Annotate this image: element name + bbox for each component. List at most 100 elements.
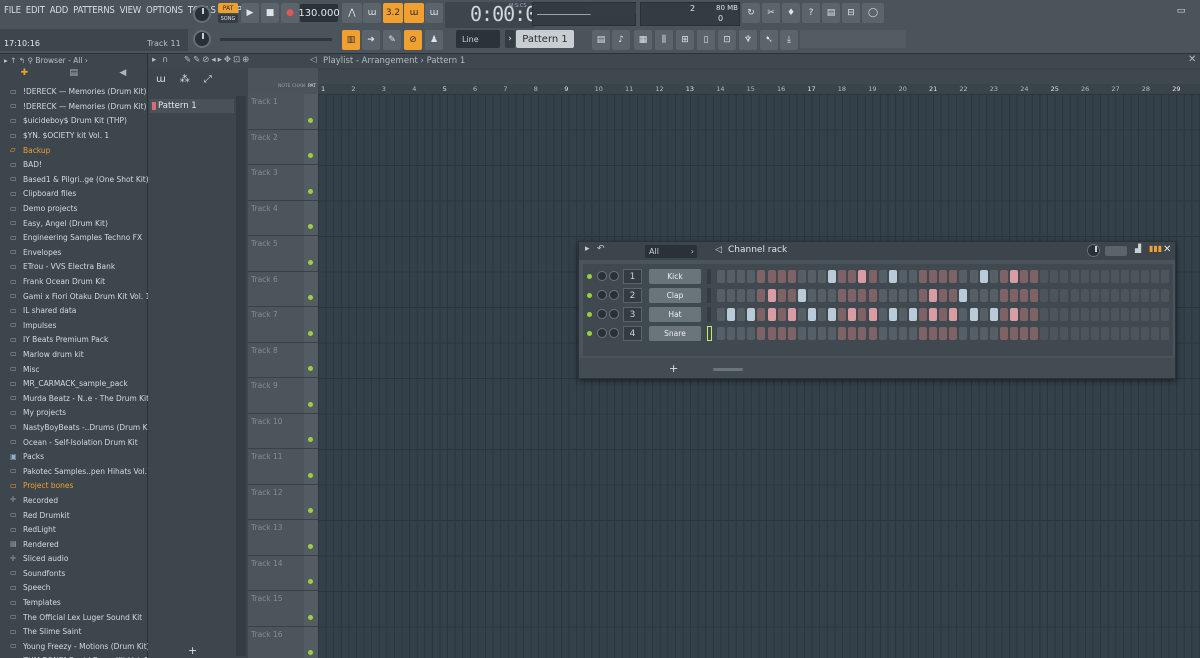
browser-item[interactable]: ▭ Impulses [0, 318, 148, 333]
add-pattern-button[interactable]: + [188, 644, 197, 657]
channel-rack-button[interactable]: ▦ [634, 30, 652, 50]
browser-item[interactable]: ▭ Demo projects [0, 201, 148, 216]
step-button[interactable] [1020, 270, 1028, 283]
mixer-button[interactable]: ⫼ [655, 30, 673, 50]
swing-knob[interactable] [1087, 244, 1100, 257]
plugin-picker-button[interactable]: ⊡ [718, 30, 736, 50]
step-button[interactable] [1080, 270, 1089, 283]
browser-item[interactable]: ▭ Frank Ocean Drum Kit [0, 274, 148, 289]
step-button[interactable] [929, 327, 938, 340]
step-view-icon[interactable]: ▮▮▮ [1149, 244, 1162, 253]
step-button[interactable] [1110, 270, 1119, 283]
blend-notes-button[interactable]: ɯ [404, 3, 424, 23]
step-button[interactable] [747, 327, 756, 340]
step-button[interactable] [1030, 289, 1039, 302]
step-button[interactable] [717, 327, 725, 340]
step-button[interactable] [969, 327, 978, 340]
step-button[interactable] [1070, 308, 1079, 321]
step-button[interactable] [1020, 327, 1028, 340]
step-button[interactable] [828, 327, 837, 340]
channel-mute-led[interactable] [587, 331, 592, 336]
song-mode-button[interactable]: SONG [218, 14, 238, 23]
browser-item[interactable]: ▭ Envelopes [0, 245, 148, 260]
step-button[interactable] [727, 289, 736, 302]
rack-menu-icon[interactable]: ▸ [585, 244, 590, 254]
step-button[interactable] [1100, 289, 1109, 302]
snap-select[interactable]: Line [456, 30, 500, 48]
browser-item[interactable]: ▭ Misc [0, 361, 148, 376]
browser-item[interactable]: ▭ Pakotec Samples..pen Hihats Vol.1 [0, 463, 148, 478]
channel-mixer-track[interactable]: 3 [623, 307, 642, 322]
channel-name-button[interactable]: Clap [649, 288, 701, 303]
browser-item[interactable]: ▭ MR_CARMACK_sample_pack [0, 376, 148, 391]
step-button[interactable] [1060, 308, 1069, 321]
loop-record-button[interactable]: ɯ [425, 3, 443, 23]
step-button[interactable] [1009, 308, 1018, 321]
step-button[interactable] [807, 308, 816, 321]
track-header[interactable]: Track 6 [248, 271, 318, 307]
track-header[interactable]: Track 9 [248, 378, 318, 414]
playlist-window-button[interactable]: ▤ [592, 30, 610, 50]
browser-item[interactable]: ▭ The Slime Saint [0, 624, 148, 639]
step-button[interactable] [1030, 308, 1039, 321]
step-button[interactable] [929, 289, 938, 302]
track-mute-led[interactable] [308, 117, 313, 123]
track-mute-led[interactable] [308, 650, 313, 655]
step-button[interactable] [1040, 308, 1049, 321]
step-button[interactable] [1100, 270, 1109, 283]
step-button[interactable] [818, 308, 826, 321]
track-header[interactable]: Track 12 [248, 484, 318, 520]
step-button[interactable] [868, 270, 877, 283]
pattern-selector[interactable]: Pattern 1 [516, 30, 574, 48]
browser-item[interactable]: ▭ $YN. $OCIETY kit Vol. 1 [0, 128, 148, 143]
step-button[interactable] [1070, 327, 1079, 340]
piano-roll-button[interactable]: ♪ [612, 30, 630, 50]
stop-button[interactable]: ■ [261, 3, 279, 23]
step-button[interactable] [1090, 289, 1099, 302]
channel-mute-led[interactable] [587, 274, 592, 279]
browser-item[interactable]: ✛ Sliced audio [0, 551, 148, 566]
marketplace-button[interactable]: ➷ [760, 30, 778, 50]
step-button[interactable] [1090, 270, 1099, 283]
track-grip[interactable] [304, 307, 318, 342]
browser-item[interactable]: ▭ Based1 & Pilgri..ge (One Shot Kit) [0, 172, 148, 187]
step-button[interactable] [868, 327, 877, 340]
undo-button[interactable]: ↻ [742, 3, 760, 23]
browser-item[interactable]: ▭ ETrou - VVS Electra Bank [0, 259, 148, 274]
track-header[interactable]: Track 4 [248, 200, 318, 236]
step-button[interactable] [1131, 289, 1140, 302]
step-button[interactable] [1161, 270, 1170, 283]
browser-item[interactable]: ▣ Packs [0, 449, 148, 464]
step-button[interactable] [888, 289, 897, 302]
step-button[interactable] [1020, 308, 1028, 321]
track-grip[interactable] [304, 520, 318, 555]
channel-volume-knob[interactable] [609, 290, 619, 300]
step-button[interactable] [1050, 327, 1059, 340]
step-button[interactable] [999, 308, 1008, 321]
browser-item[interactable]: ▭ BAD! [0, 157, 148, 172]
step-button[interactable] [1020, 289, 1028, 302]
step-button[interactable] [797, 327, 806, 340]
step-button[interactable] [999, 270, 1008, 283]
step-button[interactable] [919, 327, 927, 340]
step-button[interactable] [1050, 270, 1059, 283]
step-button[interactable] [959, 270, 968, 283]
channel-pan-knob[interactable] [597, 309, 607, 319]
step-button[interactable] [1100, 327, 1109, 340]
step-button[interactable] [1141, 327, 1150, 340]
step-button[interactable] [777, 289, 786, 302]
track-grip[interactable] [304, 378, 318, 413]
step-button[interactable] [1151, 270, 1160, 283]
browser-item[interactable]: ▤ Rendered [0, 536, 148, 551]
help-button[interactable]: ? [802, 3, 820, 23]
download-button[interactable]: ⤓ [780, 30, 798, 50]
channel-select-indicator[interactable] [707, 288, 711, 303]
step-button[interactable] [868, 308, 877, 321]
timeline-ruler[interactable]: 1 2 3 4 5 6 7 8 9 10 11 12 13 14 15 16 17 18 19 20 21 22 23 24 2… [318, 84, 1200, 94]
step-button[interactable] [1110, 327, 1119, 340]
step-button[interactable] [858, 308, 867, 321]
step-button[interactable] [878, 270, 887, 283]
step-button[interactable] [1030, 327, 1039, 340]
playlist-tools[interactable]: ✎✎⊘◂▸✥⊡⊕ [184, 55, 251, 65]
step-button[interactable] [898, 270, 907, 283]
